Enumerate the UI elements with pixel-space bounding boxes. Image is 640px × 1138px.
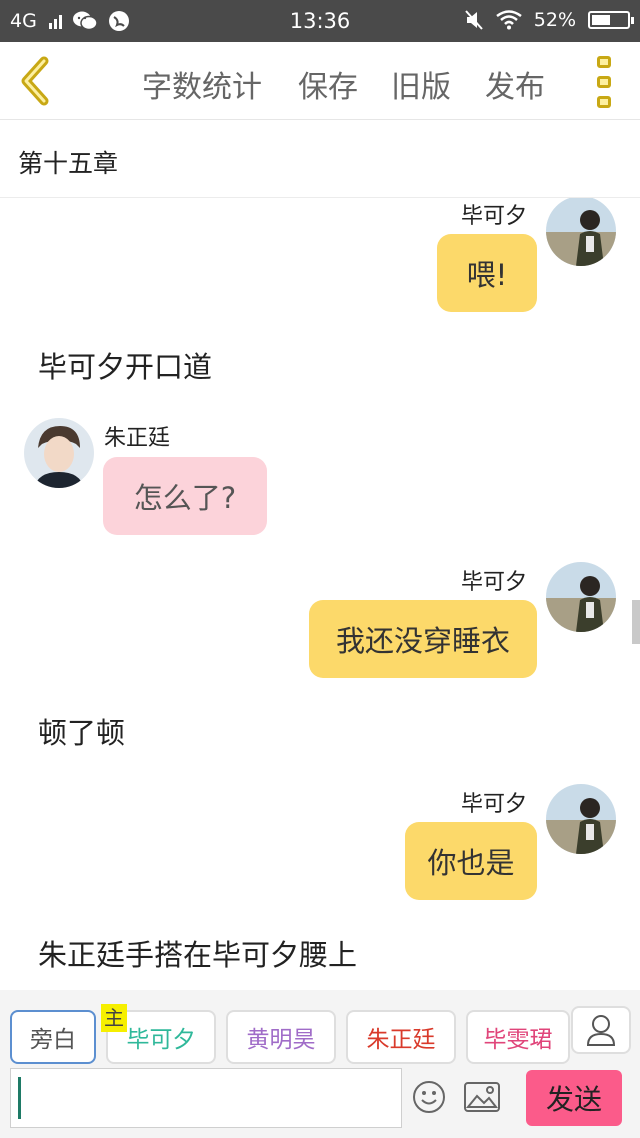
- message-bubble[interactable]: 喂!: [437, 234, 537, 312]
- character-chip[interactable]: 毕雯珺: [466, 1010, 570, 1064]
- avatar-bikexi[interactable]: [546, 562, 616, 632]
- speaker-name: 毕可夕: [461, 570, 528, 595]
- publish-button[interactable]: 发布: [485, 62, 545, 106]
- speaker-name: 毕可夕: [461, 204, 528, 229]
- character-bar: 旁白 毕可夕 黄明昊 朱正廷 毕雯珺 主: [0, 990, 640, 1066]
- status-bar: 4G 13:36 52%: [0, 0, 640, 42]
- add-character-button[interactable]: [571, 1006, 631, 1054]
- chapter-title-field[interactable]: 第十五章: [0, 120, 640, 198]
- message-input[interactable]: [10, 1068, 402, 1128]
- avatar-bikexi[interactable]: [546, 198, 616, 266]
- send-button[interactable]: 发送: [526, 1070, 622, 1126]
- battery-fill: [592, 15, 610, 25]
- image-icon[interactable]: [464, 1082, 500, 1112]
- speaker-name: 毕可夕: [461, 792, 528, 817]
- narration-text[interactable]: 顿了顿: [38, 710, 125, 752]
- message-bubble[interactable]: 怎么了?: [103, 457, 267, 535]
- avatar-bikexi[interactable]: [546, 784, 616, 854]
- text-caret: [18, 1077, 21, 1119]
- story-content[interactable]: 毕可夕 喂! 毕可夕开口道 朱正廷 怎么了? 毕可夕 我还没穿睡衣 顿了顿 毕可…: [0, 198, 640, 990]
- message-bubble[interactable]: 你也是: [405, 822, 537, 900]
- chapter-title: 第十五章: [18, 149, 119, 178]
- input-bar: 发送: [0, 1066, 640, 1138]
- old-version-button[interactable]: 旧版: [391, 62, 451, 106]
- avatar-zhuzhengting[interactable]: [24, 418, 94, 488]
- save-button[interactable]: 保存: [298, 62, 358, 106]
- battery-percent: 52%: [533, 9, 576, 31]
- narrator-chip[interactable]: 旁白: [10, 1010, 96, 1064]
- mute-icon: [465, 10, 483, 30]
- editor-toolbar: 字数统计 保存 旧版 发布: [0, 42, 640, 120]
- character-chip[interactable]: 朱正廷: [346, 1010, 456, 1064]
- wifi-icon: [496, 10, 522, 30]
- speaker-name: 朱正廷: [104, 426, 171, 451]
- message-bubble[interactable]: 我还没穿睡衣: [309, 600, 537, 678]
- character-chip[interactable]: 黄明昊: [226, 1010, 336, 1064]
- scrollbar-thumb[interactable]: [632, 600, 640, 644]
- word-count-button[interactable]: 字数统计: [142, 62, 262, 106]
- more-menu-icon[interactable]: [592, 56, 616, 108]
- user-icon: [586, 1015, 616, 1046]
- battery-icon: [588, 11, 634, 29]
- emoji-icon[interactable]: [412, 1080, 446, 1114]
- narration-text[interactable]: 朱正廷手搭在毕可夕腰上: [38, 932, 357, 974]
- main-character-badge: 主: [101, 1004, 127, 1032]
- back-icon[interactable]: [14, 56, 58, 106]
- narration-text[interactable]: 毕可夕开口道: [38, 344, 212, 386]
